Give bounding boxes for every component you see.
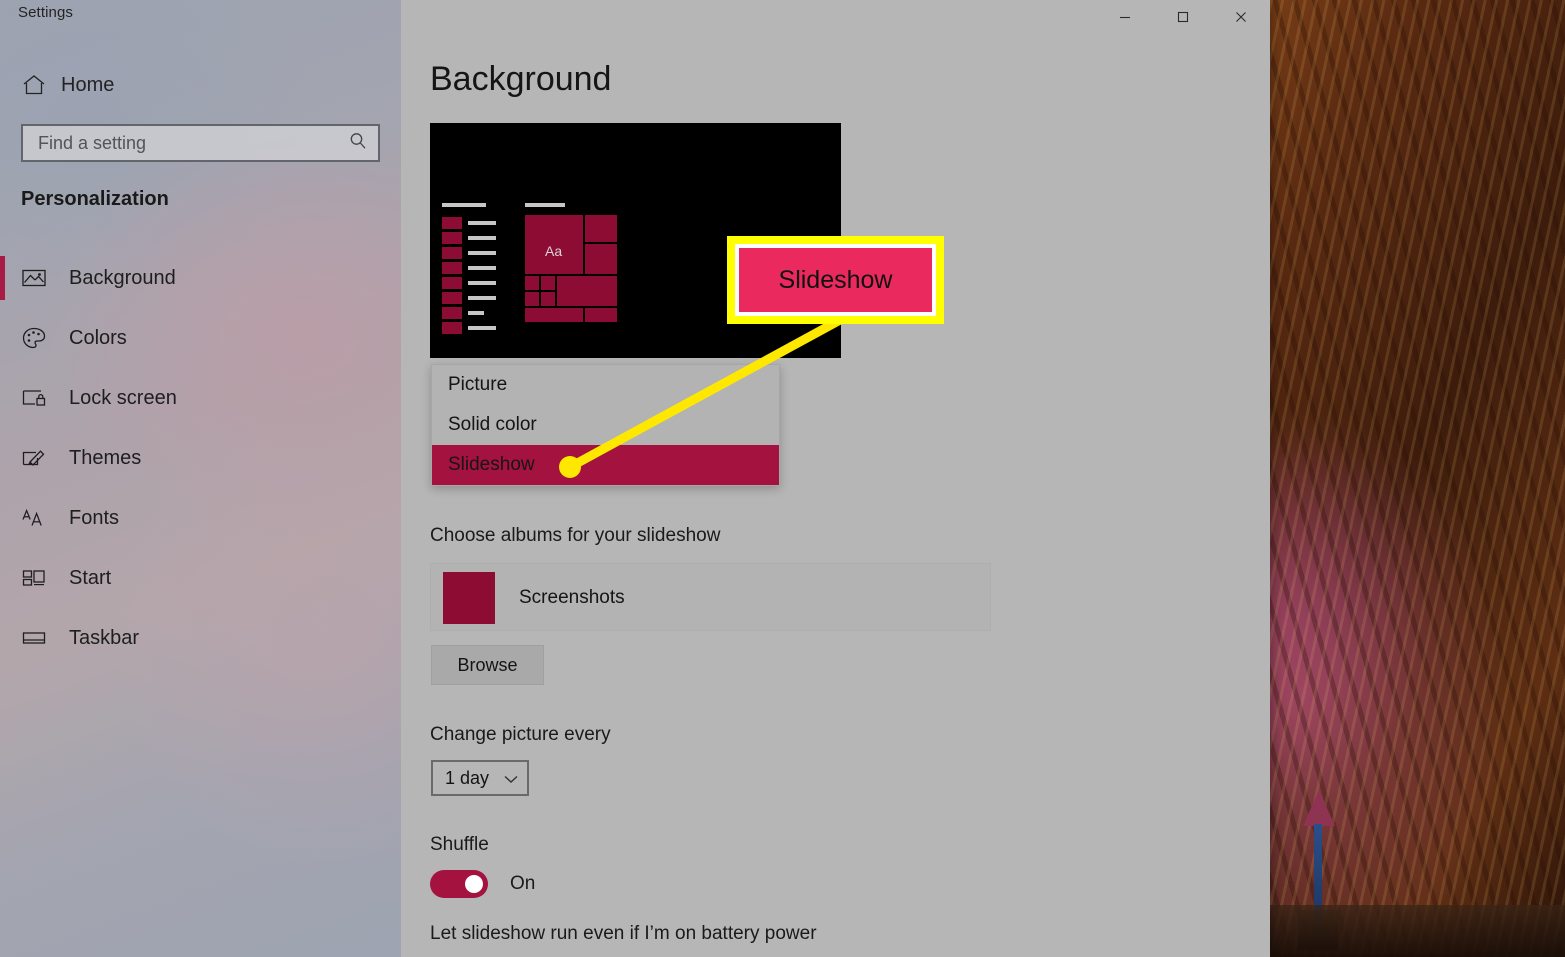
window-controls [1096,0,1270,34]
shuffle-state: On [510,873,536,894]
sidebar-item-colors[interactable]: Colors [0,308,401,368]
callout-highlight: Slideshow [727,236,944,324]
battery-power-label: Let slideshow run even if I’m on battery… [430,923,817,944]
shuffle-toggle[interactable] [430,870,488,898]
preview-start-list [442,203,496,341]
album-name: Screenshots [519,587,625,608]
preview-tile-text: Aa [545,243,563,259]
content-pane: Background Aa Picture Solid color Slides… [401,0,1270,957]
sidebar-section-title: Personalization [21,188,169,210]
sidebar-item-taskbar-label: Taskbar [69,626,140,649]
search-placeholder: Find a setting [38,132,147,153]
maximize-button[interactable] [1154,0,1212,34]
page-title: Background [430,60,612,98]
dropdown-option-solid-color[interactable]: Solid color [432,405,779,445]
sidebar-item-background[interactable]: Background [0,248,401,308]
wallpaper-ground [1270,905,1565,957]
sidebar-item-fonts[interactable]: Fonts [0,488,401,548]
albums-label: Choose albums for your slideshow [430,525,721,546]
album-thumbnail [443,572,495,624]
sidebar-item-fonts-label: Fonts [69,506,120,529]
chevron-down-icon [503,768,519,789]
shuffle-label: Shuffle [430,834,489,855]
sidebar-item-taskbar[interactable]: Taskbar [0,608,401,668]
sidebar-nav-list: Background Colors Lock screen Themes Fon… [0,248,401,668]
toggle-knob [465,875,483,893]
interval-select[interactable]: 1 day [431,760,529,796]
sidebar-item-lock-screen[interactable]: Lock screen [0,368,401,428]
image-icon [21,265,47,291]
sidebar-item-lock-screen-label: Lock screen [69,386,177,409]
sidebar-item-themes-label: Themes [69,446,142,469]
browse-button[interactable]: Browse [431,645,544,685]
interval-value: 1 day [445,767,490,788]
brush-icon [21,445,47,471]
palette-icon [21,325,47,351]
background-type-dropdown[interactable]: Picture Solid color Slideshow [431,364,780,486]
sidebar-item-start[interactable]: Start [0,548,401,608]
callout-label: Slideshow [739,248,932,312]
shuffle-row: On [430,870,535,898]
sidebar-item-themes[interactable]: Themes [0,428,401,488]
dropdown-option-slideshow[interactable]: Slideshow [432,445,779,485]
start-icon [21,565,47,591]
sidebar-item-background-label: Background [69,266,176,289]
minimize-button[interactable] [1096,0,1154,34]
preview-start-tiles: Aa [525,203,617,341]
album-list[interactable]: Screenshots [430,563,991,631]
lock-screen-icon [21,385,47,411]
navigation-pane: Settings Home Find a setting Personaliza… [0,0,401,957]
window-title: Settings [18,4,73,21]
close-button[interactable] [1212,0,1270,34]
change-picture-label: Change picture every [430,724,611,745]
fonts-icon [21,505,47,531]
dropdown-option-picture[interactable]: Picture [432,365,779,405]
taskbar-icon [21,625,47,651]
sidebar-item-start-label: Start [69,566,112,589]
sidebar-item-home-label: Home [61,73,115,96]
sidebar-item-home[interactable]: Home [12,64,388,106]
sidebar-item-colors-label: Colors [69,326,127,349]
settings-window: Settings Home Find a setting Personaliza… [0,0,1270,957]
search-input[interactable]: Find a setting [21,124,380,162]
screen: Settings Home Find a setting Personaliza… [0,0,1565,957]
list-item[interactable]: Screenshots [431,564,990,632]
search-icon [348,131,368,156]
home-icon [21,73,47,97]
